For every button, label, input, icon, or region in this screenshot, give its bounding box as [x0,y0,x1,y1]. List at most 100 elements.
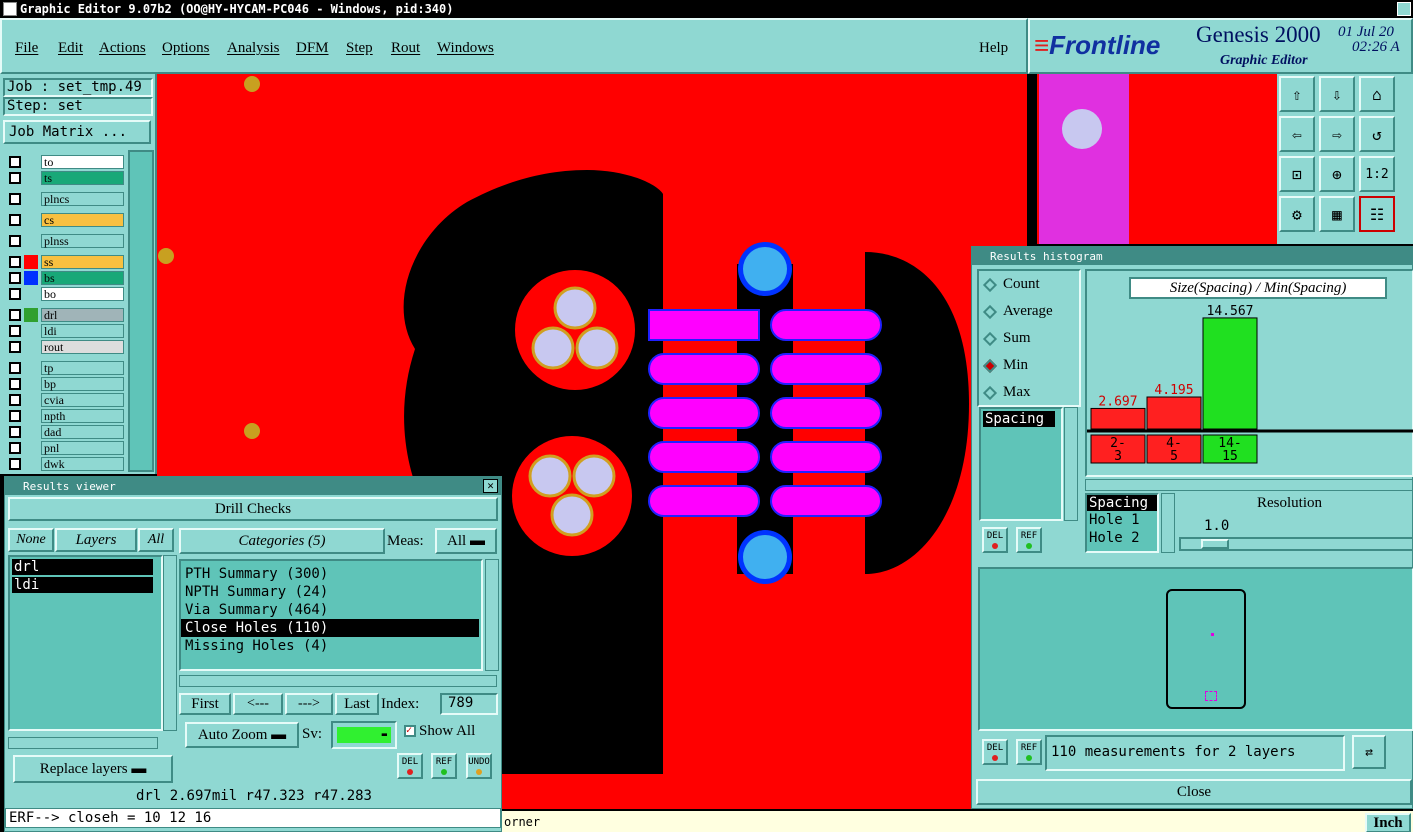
attr-list-vscroll[interactable] [1161,493,1175,553]
zoom-home-icon[interactable]: ⇧ [1279,76,1315,112]
layer-color-swatch[interactable] [24,377,38,391]
layer-row[interactable]: dwk [6,456,124,471]
layers-icon[interactable]: ☷ [1359,196,1395,232]
resolution-slider[interactable] [1179,537,1413,551]
index-input[interactable]: 789 [440,693,498,715]
layer-color-swatch[interactable] [24,192,38,206]
layer-row[interactable]: ts [6,170,124,185]
menu-actions[interactable]: Actions [99,40,146,57]
layer-list-hscroll[interactable] [8,737,158,749]
spacing-list[interactable]: Spacing [979,407,1063,521]
layer-color-swatch[interactable] [24,307,38,322]
list-item[interactable]: Hole 1 [1087,511,1157,529]
scale-1-2-icon[interactable]: 1:2 [1359,156,1395,192]
layer-checkbox[interactable] [9,361,21,374]
layer-checkbox[interactable] [9,441,21,454]
layer-row[interactable]: bs [6,270,124,285]
list-item[interactable]: Hole 2 [1087,529,1157,547]
layer-checkbox[interactable] [9,213,21,226]
list-item[interactable]: Spacing [1087,495,1157,511]
replace-layers-dropdown[interactable]: Replace layers ▬ [13,755,173,783]
category-item[interactable]: Missing Holes (4) [181,637,479,655]
mode-radio-max[interactable]: Max [982,384,1031,401]
zoom-down-icon[interactable]: ⇩ [1319,76,1355,112]
categories-button[interactable]: Categories (5) [179,528,385,554]
sv-color-dropdown[interactable]: ▬ [331,721,397,749]
list-item[interactable]: ldi [12,577,153,593]
layer-color-swatch[interactable] [24,425,38,439]
layer-row[interactable]: pnl [6,440,124,455]
layer-color-swatch[interactable] [24,213,38,227]
minimize-button[interactable] [1397,2,1411,16]
layer-list-vscroll[interactable] [163,555,177,731]
list-item[interactable]: Spacing [983,411,1055,427]
fit-icon[interactable]: ⊡ [1279,156,1315,192]
layer-row[interactable]: plnss [6,233,124,248]
export-icon[interactable]: ⇄ [1352,735,1386,769]
ref-button[interactable]: REF [1016,527,1042,553]
layer-color-swatch[interactable] [24,457,38,471]
del-button[interactable]: DEL [397,753,423,779]
layer-row[interactable]: bp [6,376,124,391]
layer-color-swatch[interactable] [24,155,38,169]
layer-checkbox[interactable] [9,171,21,184]
layer-checkbox[interactable] [9,393,21,406]
category-item[interactable]: Via Summary (464) [181,601,479,619]
layer-color-swatch[interactable] [24,441,38,455]
auto-zoom-button[interactable]: Auto Zoom ▬ [185,722,299,748]
layer-row[interactable]: dad [6,424,124,439]
layer-checkbox[interactable] [9,287,21,300]
close-icon[interactable]: ✕ [483,479,498,493]
menu-dfm[interactable]: DFM [296,40,329,57]
layer-color-swatch[interactable] [24,234,38,248]
chart-hscroll[interactable] [1085,479,1413,491]
layer-checkbox[interactable] [9,255,21,268]
category-list-hscroll[interactable] [179,675,497,687]
menu-edit[interactable]: Edit [58,40,83,57]
layer-row[interactable]: cs [6,212,124,227]
layer-row[interactable]: rout [6,339,124,354]
next-button[interactable]: ---> [285,693,333,715]
layer-scrollbar[interactable] [128,150,154,472]
category-item[interactable]: PTH Summary (300) [181,565,479,583]
spacing-list-vscroll[interactable] [1064,407,1078,521]
category-list-vscroll[interactable] [485,559,499,671]
layer-row[interactable]: bo [6,286,124,301]
home-icon[interactable]: ⌂ [1359,76,1395,112]
layer-row[interactable]: plncs [6,191,124,206]
menu-help[interactable]: Help [979,40,1008,57]
all-button[interactable]: All [138,528,174,552]
layer-checkbox[interactable] [9,377,21,390]
layer-results-list[interactable]: drl ldi [8,555,163,731]
layer-color-swatch[interactable] [24,171,38,185]
layer-checkbox[interactable] [9,340,21,353]
mode-radio-average[interactable]: Average [982,303,1053,320]
show-all-checkbox[interactable]: ✓ [404,725,416,737]
prev-button[interactable]: <--- [233,693,283,715]
layer-checkbox[interactable] [9,425,21,438]
menu-analysis[interactable]: Analysis [227,40,280,57]
category-item[interactable]: Close Holes (110) [181,619,479,637]
meas-dropdown[interactable]: All ▬ [435,528,497,554]
menu-options[interactable]: Options [162,40,210,57]
layer-color-swatch[interactable] [24,287,38,301]
mode-radio-sum[interactable]: Sum [982,330,1031,347]
layer-checkbox[interactable] [9,308,21,321]
layer-color-swatch[interactable] [24,254,38,269]
units-button[interactable]: Inch [1365,813,1411,832]
layer-checkbox[interactable] [9,457,21,470]
layer-color-swatch[interactable] [24,340,38,354]
layer-color-swatch[interactable] [24,393,38,407]
settings-icon[interactable]: ⚙ [1279,196,1315,232]
layer-checkbox[interactable] [9,324,21,337]
layer-color-swatch[interactable] [24,324,38,338]
layer-row[interactable]: ss [6,254,124,269]
menu-windows[interactable]: Windows [437,40,494,57]
menu-file[interactable]: File [15,40,38,57]
ref-button[interactable]: REF [431,753,457,779]
layer-row[interactable]: to [6,154,124,169]
layer-color-swatch[interactable] [24,361,38,375]
layer-checkbox[interactable] [9,155,21,168]
layer-row[interactable]: drl [6,307,124,322]
attr-list[interactable]: Spacing Hole 1 Hole 2 [1085,493,1159,553]
